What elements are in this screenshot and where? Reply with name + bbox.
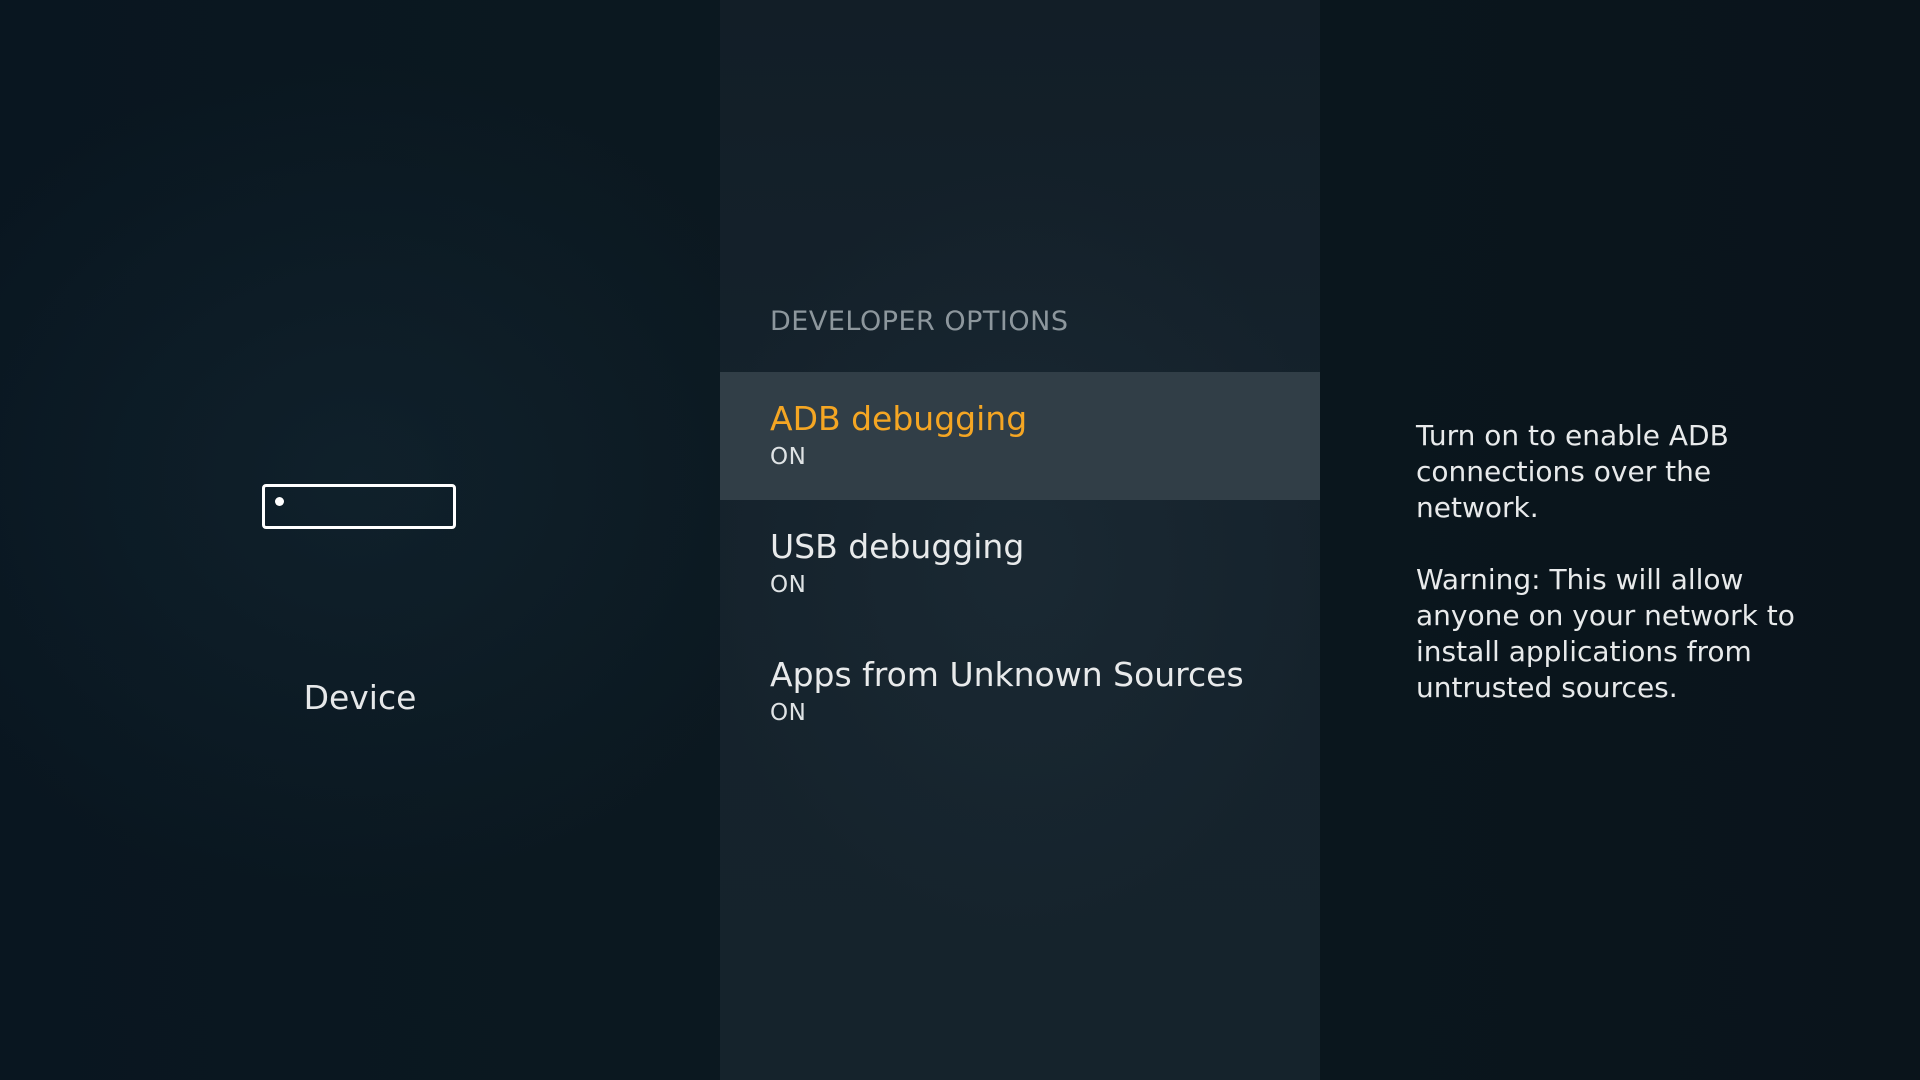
description-panel: Turn on to enable ADB connections over t… [1320, 0, 1920, 1080]
option-adb-debugging[interactable]: ADB debugging ON [720, 372, 1320, 500]
description-text: Turn on to enable ADB connections over t… [1416, 419, 1729, 524]
options-list: ADB debugging ON USB debugging ON Apps f… [720, 372, 1320, 756]
option-label: USB debugging [770, 527, 1025, 566]
option-description: Turn on to enable ADB connections over t… [1416, 418, 1836, 742]
option-value: ON [770, 572, 807, 598]
warning-text: Warning: This will allow anyone on your … [1416, 563, 1795, 704]
category-label: Device [303, 678, 417, 717]
option-apps-unknown-sources[interactable]: Apps from Unknown Sources ON [720, 628, 1320, 756]
device-led-icon [275, 497, 284, 506]
option-label: Apps from Unknown Sources [770, 655, 1244, 694]
options-panel: DEVELOPER OPTIONS ADB debugging ON USB d… [720, 0, 1320, 1080]
category-panel: Device [0, 0, 720, 1080]
option-usb-debugging[interactable]: USB debugging ON [720, 500, 1320, 628]
fire-tv-device-icon [262, 484, 456, 529]
screen: Device DEVELOPER OPTIONS ADB debugging O… [0, 0, 1920, 1080]
section-title: DEVELOPER OPTIONS [770, 306, 1069, 337]
option-value: ON [770, 700, 807, 726]
option-value: ON [770, 444, 807, 470]
option-label: ADB debugging [770, 399, 1028, 438]
